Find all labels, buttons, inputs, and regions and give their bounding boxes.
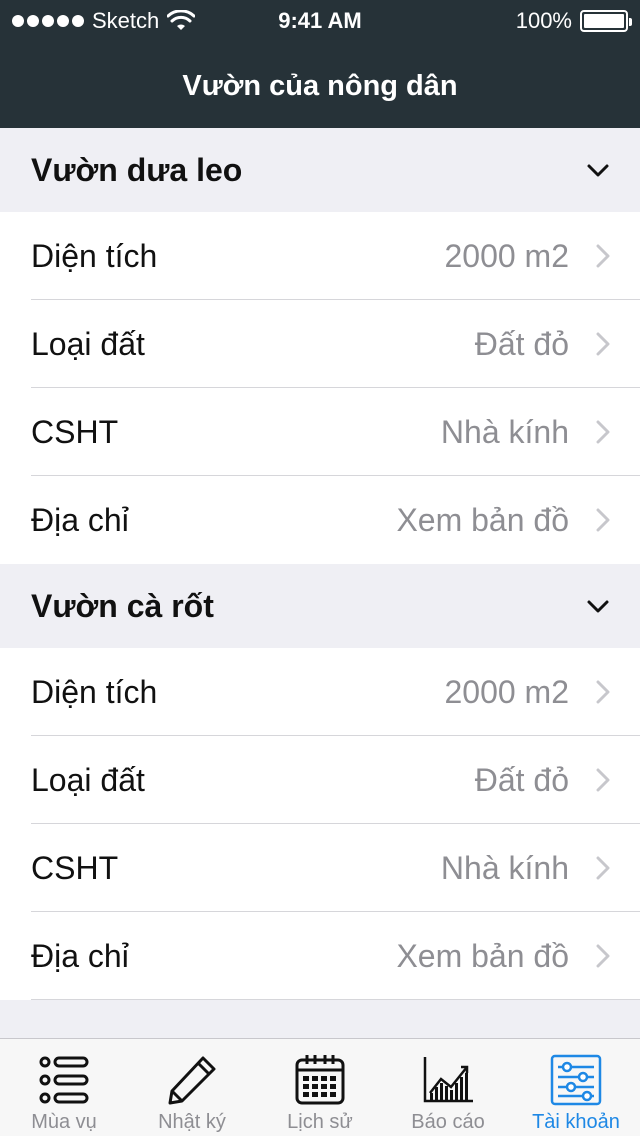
row-label: CSHT bbox=[31, 413, 119, 450]
row-soil-type[interactable]: Loại đất Đất đỏ bbox=[0, 736, 640, 824]
chevron-right-icon bbox=[596, 680, 610, 704]
row-address[interactable]: Địa chỉ Xem bản đồ bbox=[0, 476, 640, 564]
garden-list: Vườn dưa leo Diện tích 2000 m2 Loại đất … bbox=[0, 128, 640, 1000]
tab-mua-vu[interactable]: Mùa vụ bbox=[0, 1039, 128, 1136]
chevron-down-icon[interactable] bbox=[586, 158, 610, 182]
chevron-right-icon bbox=[596, 768, 610, 792]
row-value: Nhà kính bbox=[440, 849, 569, 886]
tab-label: Nhật ký bbox=[158, 1111, 226, 1133]
chevron-right-icon bbox=[596, 856, 610, 880]
section-title: Vườn cà rốt bbox=[31, 587, 214, 624]
row-address[interactable]: Địa chỉ Xem bản đồ bbox=[0, 912, 640, 1000]
row-value: Nhà kính bbox=[440, 413, 569, 450]
top-bar: Sketch 9:41 AM 100% Vườn của nông dân bbox=[0, 0, 640, 128]
status-bar: Sketch 9:41 AM 100% bbox=[0, 0, 640, 40]
section-header-garden-2[interactable]: Vườn cà rốt bbox=[0, 564, 640, 648]
tab-label: Lịch sử bbox=[287, 1111, 353, 1133]
row-label: CSHT bbox=[31, 849, 119, 886]
row-label: Địa chỉ bbox=[31, 501, 129, 538]
row-value: Đất đỏ bbox=[474, 325, 569, 362]
status-right: 100% bbox=[515, 8, 632, 34]
chevron-right-icon bbox=[596, 244, 610, 268]
row-soil-type[interactable]: Loại đất Đất đỏ bbox=[0, 300, 640, 388]
tab-bao-cao[interactable]: Báo cáo bbox=[384, 1039, 512, 1136]
row-label: Diện tích bbox=[31, 237, 158, 274]
tab-label: Mùa vụ bbox=[31, 1111, 97, 1133]
section-title: Vườn dưa leo bbox=[31, 151, 243, 188]
tab-label: Báo cáo bbox=[411, 1111, 485, 1133]
sliders-icon bbox=[550, 1054, 602, 1106]
row-value: Xem bản đồ bbox=[396, 937, 569, 974]
pencil-icon bbox=[168, 1056, 216, 1105]
tab-lich-su[interactable]: Lịch sử bbox=[256, 1039, 384, 1136]
row-infrastructure[interactable]: CSHT Nhà kính bbox=[0, 388, 640, 476]
tab-tai-khoan[interactable]: Tài khoản bbox=[512, 1039, 640, 1136]
calendar-icon bbox=[295, 1055, 345, 1105]
chevron-right-icon bbox=[596, 332, 610, 356]
row-value: 2000 m2 bbox=[444, 237, 569, 274]
chevron-down-icon[interactable] bbox=[586, 594, 610, 618]
battery-icon bbox=[580, 10, 632, 32]
row-value: Xem bản đồ bbox=[396, 501, 569, 538]
section-header-garden-1[interactable]: Vườn dưa leo bbox=[0, 128, 640, 212]
chevron-right-icon bbox=[596, 420, 610, 444]
row-value: 2000 m2 bbox=[444, 673, 569, 710]
row-label: Diện tích bbox=[31, 673, 158, 710]
tab-bar: Mùa vụ Nhật ký Lịch sử Báo cáo Tài khoản bbox=[0, 1038, 640, 1136]
row-area[interactable]: Diện tích 2000 m2 bbox=[0, 648, 640, 736]
battery-percent: 100% bbox=[515, 8, 572, 33]
tab-label: Tài khoản bbox=[532, 1111, 620, 1133]
chevron-right-icon bbox=[596, 508, 610, 532]
row-label: Địa chỉ bbox=[31, 937, 129, 974]
row-area[interactable]: Diện tích 2000 m2 bbox=[0, 212, 640, 300]
chevron-right-icon bbox=[596, 944, 610, 968]
chart-icon bbox=[423, 1057, 473, 1103]
divider bbox=[31, 999, 640, 1000]
row-value: Đất đỏ bbox=[474, 761, 569, 798]
row-label: Loại đất bbox=[31, 761, 145, 798]
row-infrastructure[interactable]: CSHT Nhà kính bbox=[0, 824, 640, 912]
row-label: Loại đất bbox=[31, 325, 145, 362]
tab-nhat-ky[interactable]: Nhật ký bbox=[128, 1039, 256, 1136]
page-title: Vườn của nông dân bbox=[182, 70, 458, 102]
list-icon bbox=[39, 1056, 89, 1104]
